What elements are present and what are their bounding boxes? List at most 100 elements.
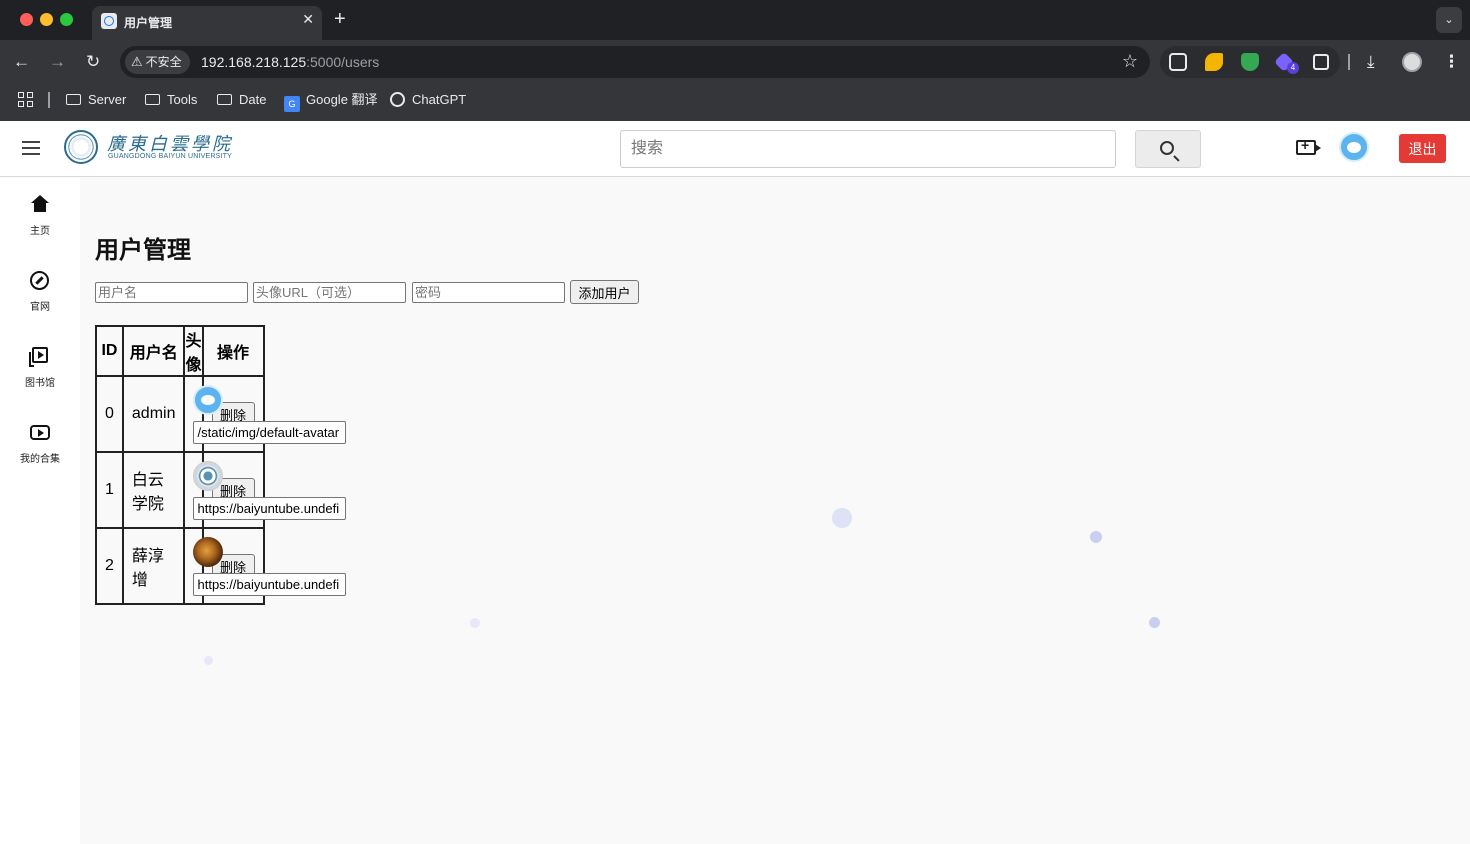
new-tab-button[interactable]: + (334, 8, 346, 30)
search-icon (1160, 141, 1174, 155)
close-window-button[interactable] (20, 13, 33, 26)
user-id: 2 (95, 527, 124, 605)
table-row: 0 admin 删除 (95, 375, 347, 453)
tab-strip: 用户管理 ✕ + ⌄ (0, 0, 1470, 40)
username-input[interactable] (95, 282, 248, 303)
logo-english-name: GUANGDONG BAIYUN UNIVERSITY (108, 153, 233, 160)
user-avatar[interactable] (1339, 132, 1369, 162)
sidebar-item-label: 图书馆 (25, 378, 55, 389)
shield-extension-icon[interactable] (1241, 53, 1259, 71)
chatgpt-icon (390, 92, 405, 107)
menu-icon[interactable] (22, 141, 40, 155)
table-row: 1 白云学院 删除 (95, 451, 347, 529)
toolbar-divider (1348, 54, 1350, 70)
user-id: 1 (95, 451, 124, 529)
more-menu-icon[interactable]: ⋮ (1443, 52, 1460, 72)
compass-icon (30, 271, 49, 290)
warning-icon: ⚠ (131, 54, 143, 69)
tab-search-button[interactable]: ⌄ (1436, 7, 1462, 33)
avatar-url-field[interactable] (193, 573, 347, 596)
bookmark-label: Server (88, 92, 127, 107)
search-input[interactable] (620, 130, 1116, 168)
bookmark-google-translate[interactable]: G Google 翻译 (284, 92, 378, 112)
screenshot-extension-icon[interactable] (1169, 53, 1187, 71)
home-icon (31, 195, 49, 214)
avatar-url-input[interactable] (253, 282, 406, 303)
page-title: 用户管理 (95, 237, 191, 264)
url-host: 192.168.218.125 (201, 54, 307, 70)
sidebar-item-label: 主页 (30, 226, 50, 237)
sidebar-item-label: 官网 (30, 302, 50, 313)
apps-grid-icon[interactable] (18, 92, 33, 107)
username: 薛淳增 (121, 527, 186, 605)
bookmarks-divider (48, 92, 50, 108)
avatar-cell (183, 527, 347, 605)
reload-icon[interactable]: ↻ (86, 52, 100, 72)
avatar-cell (183, 375, 347, 453)
bookmark-label: ChatGPT (412, 92, 467, 107)
upload-video-icon[interactable] (1296, 137, 1321, 155)
tab-title: 用户管理 (124, 16, 173, 30)
back-icon[interactable]: ← (13, 52, 30, 72)
security-indicator[interactable]: ⚠ 不安全 (125, 50, 190, 74)
sidebar-item-library[interactable]: 图书馆 (0, 344, 80, 404)
url-path: :5000/users (306, 54, 380, 70)
avatar-cell (183, 451, 347, 529)
bookmark-date[interactable]: Date (217, 92, 266, 108)
bookmark-server[interactable]: Server (66, 92, 126, 108)
particle-dot (1090, 531, 1102, 543)
avatar-url-field[interactable] (193, 497, 347, 520)
site-header: 廣東白雲學院 GUANGDONG BAIYUN UNIVERSITY 退出 (0, 121, 1470, 177)
library-icon (29, 347, 48, 367)
search-button[interactable] (1135, 130, 1201, 168)
bookmark-chatgpt[interactable]: ChatGPT (390, 92, 466, 108)
sidebar: 主页 官网 图书馆 我的合集 (0, 178, 80, 844)
google-translate-icon: G (284, 96, 300, 112)
column-header-id: ID (95, 325, 124, 377)
folder-icon (145, 94, 160, 105)
password-input[interactable] (412, 282, 565, 303)
extension-badge: 4 (1287, 62, 1299, 74)
university-seal-logo[interactable] (64, 130, 98, 164)
column-header-avatar: 头像 (183, 325, 204, 377)
bookmark-label: Date (239, 92, 267, 107)
minimize-window-button[interactable] (40, 13, 53, 26)
particle-dot (470, 618, 480, 628)
sidebar-item-my-collections[interactable]: 我的合集 (0, 420, 80, 480)
bookmark-label: Google 翻译 (306, 92, 378, 107)
collection-icon (30, 425, 50, 440)
sidebar-item-label: 我的合集 (20, 454, 60, 465)
username: admin (121, 375, 186, 453)
users-table: ID 用户名 头像 操作 0 admin 删除 (95, 325, 347, 605)
folder-icon (66, 94, 81, 105)
bookmark-star-icon[interactable]: ☆ (1122, 51, 1138, 72)
favicon-icon (101, 13, 117, 29)
table-header-row: ID 用户名 头像 操作 (95, 325, 265, 377)
particle-dot (204, 656, 213, 665)
security-label: 不安全 (145, 55, 182, 69)
extensions-group: 4 (1160, 46, 1340, 78)
folder-icon (217, 94, 232, 105)
column-header-actions: 操作 (201, 325, 265, 377)
tab-close-icon[interactable]: ✕ (302, 11, 314, 28)
particle-dot (1149, 617, 1160, 628)
profile-avatar[interactable] (1402, 52, 1422, 72)
forward-icon[interactable]: → (49, 52, 66, 72)
sidebar-item-official-site[interactable]: 官网 (0, 268, 80, 328)
user-id: 0 (95, 375, 124, 453)
sidebar-item-home[interactable]: 主页 (0, 192, 80, 252)
extension-icon-yellow[interactable] (1205, 53, 1223, 71)
address-bar[interactable]: ⚠ 不安全 192.168.218.125:5000/users ☆ (120, 46, 1150, 78)
username: 白云学院 (121, 451, 186, 529)
active-tab[interactable]: 用户管理 ✕ (92, 6, 322, 40)
url-text[interactable]: 192.168.218.125:5000/users (201, 54, 379, 70)
particle-dot (832, 508, 852, 528)
logout-button[interactable]: 退出 (1399, 134, 1446, 163)
avatar-url-field[interactable] (193, 421, 347, 444)
bookmark-tools[interactable]: Tools (145, 92, 197, 108)
add-user-button[interactable]: 添加用户 (570, 280, 639, 304)
browser-chrome: 用户管理 ✕ + ⌄ ← → ↻ ⚠ 不安全 192.168.218.125:50… (0, 0, 1470, 121)
extensions-puzzle-icon[interactable] (1313, 54, 1329, 70)
maximize-window-button[interactable] (60, 13, 73, 26)
download-icon[interactable]: ⤓ (1367, 52, 1375, 72)
